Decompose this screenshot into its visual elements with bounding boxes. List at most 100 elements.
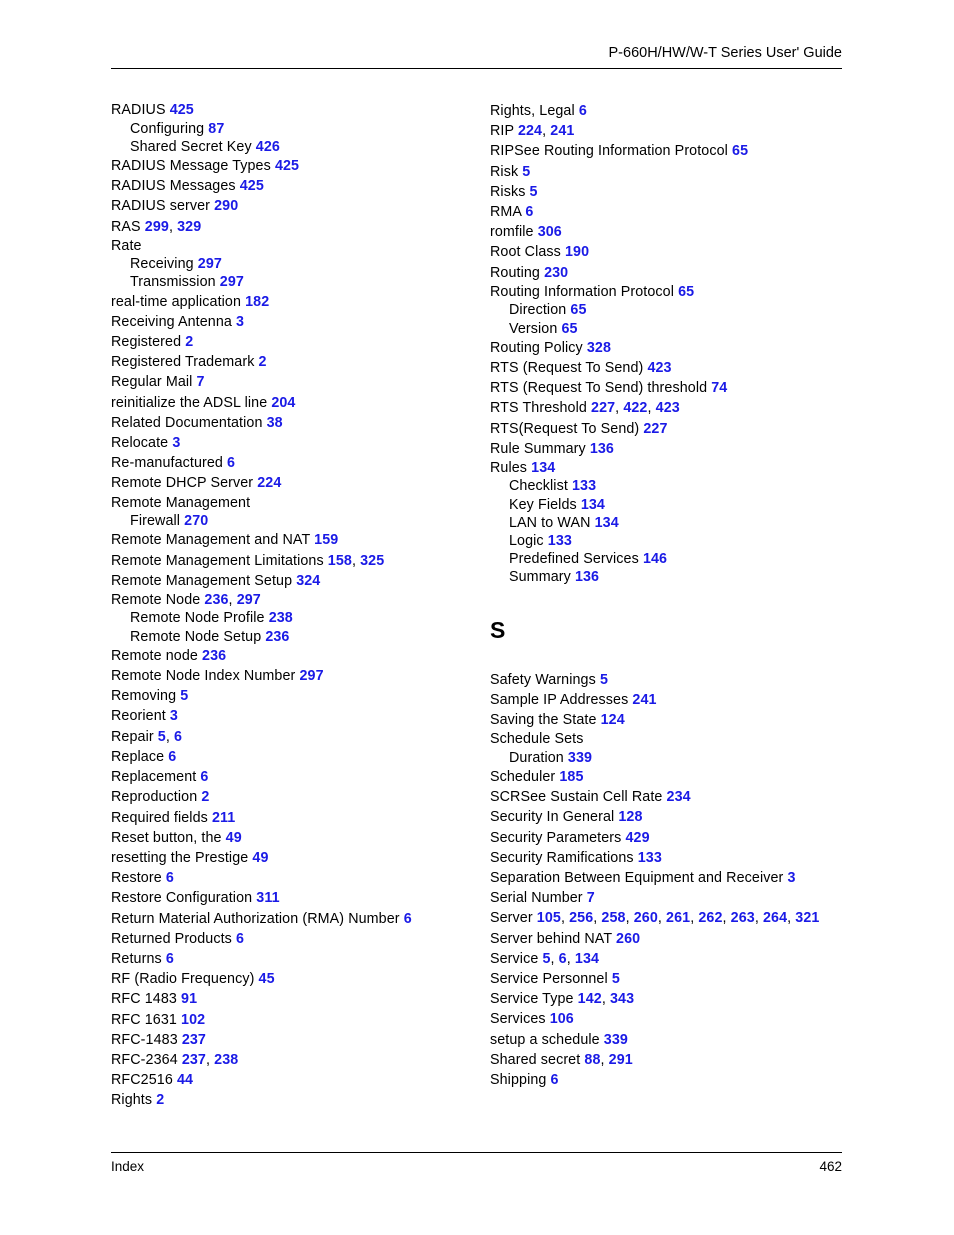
index-page-number[interactable]: 297: [299, 668, 323, 684]
index-page-number[interactable]: 5: [522, 164, 530, 180]
index-page-number[interactable]: 6: [551, 1072, 559, 1088]
index-page-number[interactable]: 49: [226, 830, 242, 846]
index-page-number[interactable]: 237: [182, 1032, 206, 1048]
index-page-number[interactable]: 261: [666, 910, 690, 926]
index-page-number[interactable]: 339: [604, 1032, 628, 1048]
index-page-number[interactable]: 263: [731, 910, 755, 926]
index-page-number[interactable]: 158: [328, 553, 352, 569]
index-page-number[interactable]: 6: [174, 729, 182, 745]
index-page-number[interactable]: 306: [538, 224, 562, 240]
index-page-number[interactable]: 234: [667, 789, 691, 805]
index-page-number[interactable]: 425: [170, 102, 194, 118]
index-page-number[interactable]: 134: [575, 951, 599, 967]
index-page-number[interactable]: 270: [184, 513, 208, 529]
index-page-number[interactable]: 6: [227, 455, 235, 471]
index-page-number[interactable]: 236: [202, 648, 226, 664]
index-page-number[interactable]: 264: [763, 910, 787, 926]
index-page-number[interactable]: 230: [544, 265, 568, 281]
index-page-number[interactable]: 134: [531, 460, 555, 476]
index-page-number[interactable]: 5: [158, 729, 166, 745]
index-page-number[interactable]: 6: [579, 103, 587, 119]
index-page-number[interactable]: 204: [271, 395, 295, 411]
index-page-number[interactable]: 425: [275, 158, 299, 174]
index-page-number[interactable]: 136: [590, 441, 614, 457]
index-page-number[interactable]: 190: [565, 244, 589, 260]
index-page-number[interactable]: 238: [269, 610, 293, 626]
index-page-number[interactable]: 238: [214, 1052, 238, 1068]
index-page-number[interactable]: 297: [220, 274, 244, 290]
index-page-number[interactable]: 241: [550, 123, 574, 139]
index-page-number[interactable]: 291: [609, 1052, 633, 1068]
index-page-number[interactable]: 7: [587, 890, 595, 906]
index-page-number[interactable]: 2: [201, 789, 209, 805]
index-page-number[interactable]: 258: [601, 910, 625, 926]
index-page-number[interactable]: 2: [259, 354, 267, 370]
index-page-number[interactable]: 227: [591, 400, 615, 416]
index-page-number[interactable]: 241: [632, 692, 656, 708]
index-page-number[interactable]: 297: [237, 592, 261, 608]
index-page-number[interactable]: 236: [265, 629, 289, 645]
index-page-number[interactable]: 6: [166, 870, 174, 886]
index-page-number[interactable]: 6: [525, 204, 533, 220]
index-page-number[interactable]: 325: [360, 553, 384, 569]
index-page-number[interactable]: 65: [561, 321, 577, 337]
index-page-number[interactable]: 6: [200, 769, 208, 785]
index-page-number[interactable]: 65: [570, 302, 586, 318]
index-page-number[interactable]: 5: [600, 672, 608, 688]
index-page-number[interactable]: 224: [518, 123, 542, 139]
index-page-number[interactable]: 2: [156, 1092, 164, 1108]
index-page-number[interactable]: 124: [601, 712, 625, 728]
index-page-number[interactable]: 65: [678, 284, 694, 300]
index-page-number[interactable]: 133: [572, 478, 596, 494]
index-page-number[interactable]: 88: [584, 1052, 600, 1068]
index-page-number[interactable]: 211: [212, 810, 235, 826]
index-page-number[interactable]: 5: [542, 951, 550, 967]
index-page-number[interactable]: 185: [559, 769, 583, 785]
index-page-number[interactable]: 182: [245, 294, 269, 310]
index-page-number[interactable]: 343: [610, 991, 634, 1007]
index-page-number[interactable]: 133: [548, 533, 572, 549]
index-page-number[interactable]: 142: [578, 991, 602, 1007]
index-page-number[interactable]: 297: [198, 256, 222, 272]
index-page-number[interactable]: 87: [208, 121, 224, 137]
index-page-number[interactable]: 6: [166, 951, 174, 967]
index-page-number[interactable]: 3: [236, 314, 244, 330]
index-page-number[interactable]: 290: [214, 198, 238, 214]
index-page-number[interactable]: 5: [612, 971, 620, 987]
index-page-number[interactable]: 329: [177, 219, 201, 235]
index-page-number[interactable]: 128: [618, 809, 642, 825]
index-page-number[interactable]: 227: [643, 421, 667, 437]
index-page-number[interactable]: 38: [267, 415, 283, 431]
index-page-number[interactable]: 74: [711, 380, 727, 396]
index-page-number[interactable]: 136: [575, 569, 599, 585]
index-page-number[interactable]: 102: [181, 1012, 205, 1028]
index-page-number[interactable]: 6: [559, 951, 567, 967]
index-page-number[interactable]: 133: [638, 850, 662, 866]
index-page-number[interactable]: 236: [204, 592, 228, 608]
index-page-number[interactable]: 2: [185, 334, 193, 350]
index-page-number[interactable]: 321: [795, 910, 819, 926]
index-page-number[interactable]: 256: [569, 910, 593, 926]
index-page-number[interactable]: 422: [623, 400, 647, 416]
index-page-number[interactable]: 260: [634, 910, 658, 926]
index-page-number[interactable]: 328: [587, 340, 611, 356]
index-page-number[interactable]: 423: [647, 360, 671, 376]
index-page-number[interactable]: 106: [550, 1011, 574, 1027]
index-page-number[interactable]: 134: [595, 515, 619, 531]
index-page-number[interactable]: 3: [172, 435, 180, 451]
index-page-number[interactable]: 146: [643, 551, 667, 567]
index-page-number[interactable]: 426: [256, 139, 280, 155]
index-page-number[interactable]: 324: [296, 573, 320, 589]
index-page-number[interactable]: 6: [236, 931, 244, 947]
index-page-number[interactable]: 134: [581, 497, 605, 513]
index-page-number[interactable]: 3: [787, 870, 795, 886]
index-page-number[interactable]: 159: [314, 532, 338, 548]
index-page-number[interactable]: 49: [252, 850, 268, 866]
index-page-number[interactable]: 224: [257, 475, 281, 491]
index-page-number[interactable]: 91: [181, 991, 197, 1007]
index-page-number[interactable]: 423: [656, 400, 680, 416]
index-page-number[interactable]: 429: [626, 830, 650, 846]
index-page-number[interactable]: 45: [259, 971, 275, 987]
index-page-number[interactable]: 65: [732, 143, 748, 159]
index-page-number[interactable]: 339: [568, 750, 592, 766]
